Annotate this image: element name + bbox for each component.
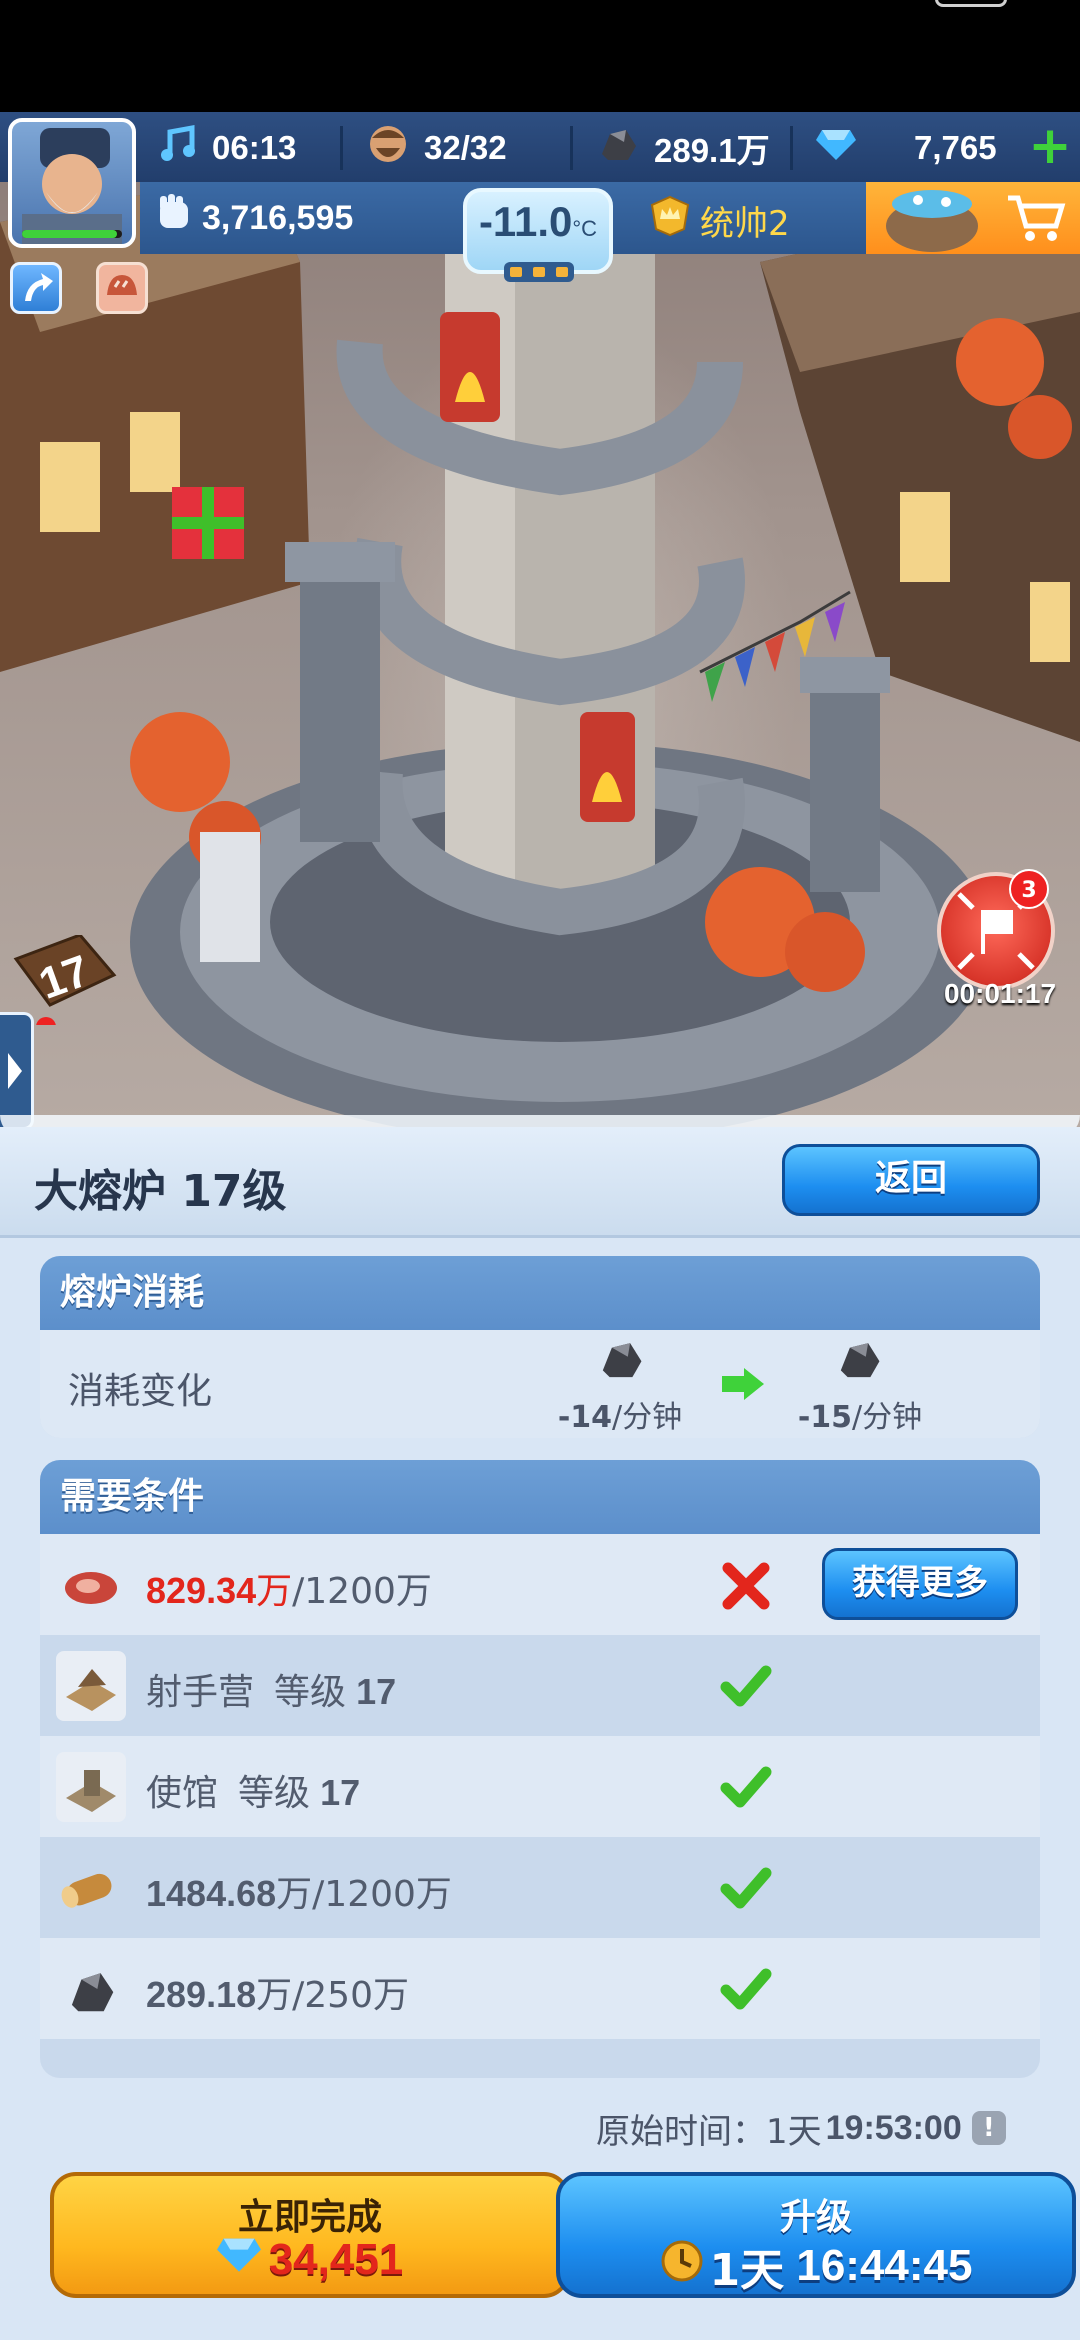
requirement-row: 289.18万/250万 xyxy=(40,1938,1040,2039)
checkmark-icon xyxy=(720,1966,772,2014)
coal-icon xyxy=(596,1336,646,1386)
upgrade-label: 升级 xyxy=(779,2197,852,2238)
bread-icon xyxy=(107,275,137,295)
requirements-header: 需要条件 xyxy=(40,1460,1040,1534)
meat-requirement: 829.34万/1200万 xyxy=(146,1570,432,1612)
coal-icon xyxy=(56,1954,126,2024)
diamond-icon xyxy=(216,2234,261,2285)
wood-icon xyxy=(56,1853,126,1923)
back-button[interactable]: 返回 xyxy=(782,1144,1040,1216)
get-more-button[interactable]: 获得更多 xyxy=(822,1548,1018,1620)
finish-now-cost: 34,451 xyxy=(54,2234,566,2285)
cart-icon xyxy=(1006,192,1066,248)
music-timer-value: 06:13 xyxy=(212,129,297,166)
status-bar xyxy=(0,0,1080,112)
divider xyxy=(340,126,343,170)
coal-icon xyxy=(596,124,640,172)
archer-camp-icon xyxy=(56,1651,126,1721)
coal-counter[interactable]: 289.1万 xyxy=(596,122,770,174)
upgrade-button[interactable]: 升级 1天 16:44:45 xyxy=(556,2172,1076,2298)
music-note-icon xyxy=(158,124,198,172)
consumption-row: 消耗变化 -14/分钟 -15/分钟 xyxy=(40,1330,1040,1438)
panel-title: 大熔炉 17级 xyxy=(34,1166,287,1217)
coal-icon xyxy=(834,1336,884,1386)
power-display[interactable]: 3,716,595 xyxy=(154,188,353,248)
music-timer[interactable]: 06:13 xyxy=(158,122,296,174)
original-time: 原始时间： 1天 19:53:00 ! xyxy=(596,2100,1006,2156)
requirement-row: 使馆 等级 17 xyxy=(40,1736,1040,1837)
population-value: 32/32 xyxy=(424,129,507,166)
checkmark-icon xyxy=(720,1865,772,1913)
power-value: 3,716,595 xyxy=(202,198,354,237)
checkmark-icon xyxy=(720,1764,772,1812)
requirement-row: 1484.68万/1200万 xyxy=(40,1837,1040,1938)
arrow-up-icon xyxy=(25,273,53,301)
population-counter[interactable]: 32/32 xyxy=(366,122,507,174)
consumption-after: -15/分钟 xyxy=(797,1400,923,1435)
worker-face-icon xyxy=(366,122,410,174)
original-time-day: 1天 xyxy=(766,2111,822,2152)
chevron-right-icon xyxy=(8,1053,22,1089)
requirement-row: 829.34万/1200万 获得更多 xyxy=(40,1534,1040,1635)
arrow-right-icon xyxy=(720,1366,766,1406)
consumption-before: -14/分钟 xyxy=(557,1400,683,1435)
temperature-indicator xyxy=(504,262,574,282)
original-time-value: 19:53:00 xyxy=(825,2108,962,2147)
meat-icon xyxy=(56,1550,126,1620)
requirement-row: 射手营 等级 17 xyxy=(40,1635,1040,1736)
coal-value: 289.1万 xyxy=(654,132,770,169)
diamond-icon xyxy=(816,126,856,170)
consumption-label: 消耗变化 xyxy=(68,1371,213,1412)
temperature-value: -11.0 xyxy=(478,198,573,245)
embassy-requirement: 使馆 等级 17 xyxy=(146,1772,361,1814)
player-health-bar xyxy=(22,230,122,238)
gem-counter[interactable]: 7,765 xyxy=(816,122,997,174)
crown-shield-icon xyxy=(650,195,690,246)
clock-icon xyxy=(660,2239,704,2294)
consumption-header: 熔炉消耗 xyxy=(40,1256,1040,1330)
add-gems-button[interactable]: + xyxy=(1028,120,1072,172)
temperature-unit: °C xyxy=(572,216,598,241)
event-count-badge: 3 xyxy=(1009,869,1049,909)
embassy-icon xyxy=(56,1752,126,1822)
consumption-card: 熔炉消耗 消耗变化 -14/分钟 -15/分钟 xyxy=(40,1256,1040,1438)
divider xyxy=(570,126,573,170)
cross-icon xyxy=(720,1562,772,1610)
archer-camp-requirement: 射手营 等级 17 xyxy=(146,1671,397,1713)
upgrade-duration: 1天 16:44:45 xyxy=(560,2234,1072,2298)
requirement-row-partial xyxy=(40,2039,1040,2078)
original-time-label: 原始时间： xyxy=(596,2111,766,2152)
checkmark-icon xyxy=(720,1663,772,1711)
player-avatar[interactable] xyxy=(8,118,136,248)
commander-badge[interactable]: 统帅2 xyxy=(650,192,790,248)
coal-requirement: 289.18万/250万 xyxy=(146,1974,409,2016)
side-menu-toggle[interactable] xyxy=(0,1012,34,1130)
finish-now-button[interactable]: 立即完成 34,451 xyxy=(50,2172,570,2298)
commander-label: 统帅2 xyxy=(700,203,790,244)
finish-now-label: 立即完成 xyxy=(237,2197,382,2238)
shop-button[interactable] xyxy=(866,182,1080,254)
battery-icon xyxy=(935,0,1007,7)
fist-icon xyxy=(154,192,194,245)
requirements-card: 需要条件 xyxy=(40,1460,1040,1534)
gem-value: 7,765 xyxy=(914,129,997,166)
upgrade-arrow-button[interactable] xyxy=(10,262,62,314)
event-timer: 00:01:17 xyxy=(943,978,1057,1009)
divider xyxy=(790,126,793,170)
wood-requirement: 1484.68万/1200万 xyxy=(146,1873,452,1915)
info-icon[interactable]: ! xyxy=(971,2111,1006,2145)
buff-button[interactable] xyxy=(96,262,148,314)
avatar-portrait xyxy=(22,128,122,244)
requirements-list[interactable]: 829.34万/1200万 获得更多 射手营 等级 17 使馆 等级 17 14… xyxy=(40,1534,1040,2078)
